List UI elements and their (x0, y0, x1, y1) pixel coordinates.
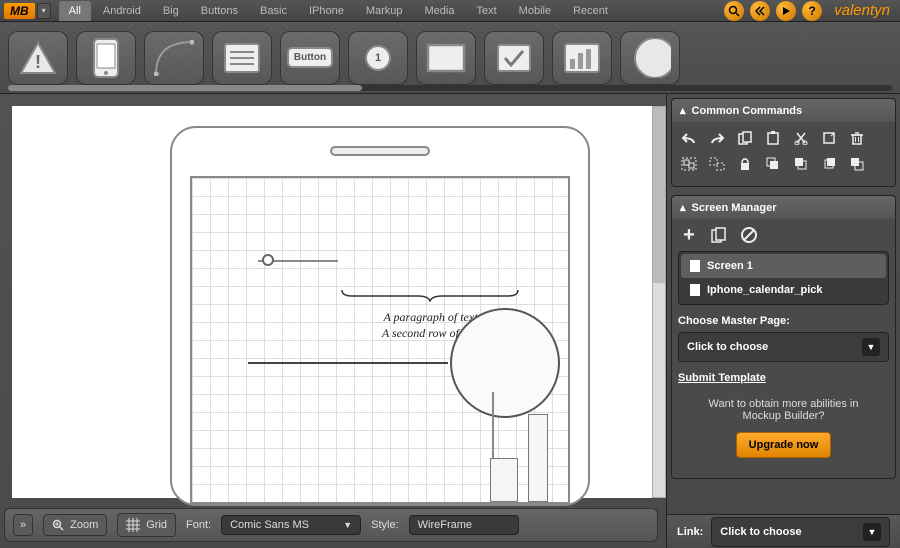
stencil-scrollbar[interactable] (8, 85, 892, 91)
cut-icon[interactable] (790, 128, 812, 148)
chevron-down-icon: ▼ (862, 338, 880, 356)
page-icon (689, 283, 701, 297)
copy-icon[interactable] (734, 128, 756, 148)
username-label[interactable]: valentyn (834, 2, 890, 19)
device-speaker (330, 146, 430, 156)
tab-markup[interactable]: Markup (356, 1, 413, 21)
tab-media[interactable]: Media (415, 1, 465, 21)
logo-dropdown[interactable]: ▾ (37, 3, 51, 19)
device-frame[interactable]: A paragraph of text. A second row of tex… (170, 126, 590, 506)
help-icon[interactable]: ? (802, 1, 822, 21)
tab-text[interactable]: Text (466, 1, 506, 21)
forward-icon[interactable] (818, 154, 840, 174)
lock-icon[interactable] (734, 154, 756, 174)
delete-screen-icon[interactable] (738, 225, 760, 245)
screen-item-1[interactable]: Screen 1 (681, 254, 886, 278)
common-commands-header[interactable]: ▴ Common Commands (672, 99, 895, 122)
stencil-phone[interactable] (76, 31, 136, 85)
backward-icon[interactable] (846, 154, 868, 174)
collapse-icon: ▴ (680, 201, 686, 214)
add-screen-icon[interactable]: + (678, 225, 700, 245)
expand-button[interactable]: » (13, 514, 33, 536)
link-label: Link: (677, 526, 703, 538)
page-icon (689, 259, 701, 273)
right-panel: ▴ Common Commands (666, 94, 900, 548)
screen-manager-panel: ▴ Screen Manager + Screen 1 Iphone_c (671, 195, 896, 479)
share-icon[interactable] (750, 1, 770, 21)
chevron-down-icon: ▼ (863, 523, 881, 541)
widget-brace[interactable] (340, 288, 520, 304)
stencil-list[interactable] (212, 31, 272, 85)
link-select[interactable]: Click to choose ▼ (711, 517, 890, 547)
duplicate-screen-icon[interactable] (708, 225, 730, 245)
widget-box-small[interactable] (490, 458, 518, 502)
top-menu-bar: MB ▾ All Android Big Buttons Basic IPhon… (0, 0, 900, 22)
canvas-paper[interactable]: A paragraph of text. A second row of tex… (12, 106, 656, 498)
tab-mobile[interactable]: Mobile (509, 1, 561, 21)
canvas-vscrollbar[interactable] (652, 106, 666, 498)
duplicate-icon[interactable] (818, 128, 840, 148)
screen-list: Screen 1 Iphone_calendar_pick (678, 251, 889, 305)
stencil-button[interactable]: Button (280, 31, 340, 85)
undo-icon[interactable] (678, 128, 700, 148)
stencil-rect[interactable] (416, 31, 476, 85)
category-tabs: All Android Big Buttons Basic IPhone Mar… (59, 1, 618, 21)
widget-box-tall[interactable] (528, 414, 548, 502)
group-icon[interactable] (678, 154, 700, 174)
device-screen-grid[interactable]: A paragraph of text. A second row of tex… (190, 176, 570, 504)
upgrade-button[interactable]: Upgrade now (736, 432, 832, 458)
send-back-icon[interactable] (790, 154, 812, 174)
screen-manager-header[interactable]: ▴ Screen Manager (672, 196, 895, 219)
zoom-button[interactable]: Zoom (43, 514, 107, 536)
search-icon[interactable] (724, 1, 744, 21)
ungroup-icon[interactable] (706, 154, 728, 174)
font-select[interactable]: Comic Sans MS▼ (221, 515, 361, 535)
status-bar: » Zoom Grid Font: Comic Sans MS▼ Style: … (4, 508, 658, 542)
stencil-alert[interactable]: ! (8, 31, 68, 85)
canvas-area: A paragraph of text. A second row of tex… (0, 94, 666, 548)
grid-button[interactable]: Grid (117, 513, 176, 537)
stencil-curve[interactable] (144, 31, 204, 85)
play-icon[interactable] (776, 1, 796, 21)
redo-icon[interactable] (706, 128, 728, 148)
stencil-toolbar: ! Button 1 (0, 22, 900, 94)
tab-all[interactable]: All (59, 1, 91, 21)
bring-front-icon[interactable] (762, 154, 784, 174)
collapse-icon: ▴ (680, 104, 686, 117)
stencil-chart[interactable] (552, 31, 612, 85)
font-label: Font: (186, 519, 211, 531)
tab-buttons[interactable]: Buttons (191, 1, 248, 21)
widget-slider[interactable] (258, 256, 338, 266)
common-commands-panel: ▴ Common Commands (671, 98, 896, 187)
app-logo[interactable]: MB (4, 3, 35, 19)
widget-circle[interactable] (450, 308, 560, 418)
choose-master-label: Choose Master Page: (678, 315, 889, 327)
paste-icon[interactable] (762, 128, 784, 148)
stencil-circle[interactable] (620, 31, 680, 85)
submit-template-link[interactable]: Submit Template (678, 372, 766, 384)
svg-text:!: ! (35, 52, 41, 72)
style-label: Style: (371, 519, 399, 531)
upgrade-box: Want to obtain more abilities in Mockup … (678, 384, 889, 472)
tab-android[interactable]: Android (93, 1, 151, 21)
widget-hr[interactable] (248, 362, 448, 364)
tab-basic[interactable]: Basic (250, 1, 297, 21)
choose-master-select[interactable]: Click to choose ▼ (678, 332, 889, 362)
tab-recent[interactable]: Recent (563, 1, 618, 21)
delete-icon[interactable] (846, 128, 868, 148)
stencil-checkbox[interactable] (484, 31, 544, 85)
stencil-badge[interactable]: 1 (348, 31, 408, 85)
tab-iphone[interactable]: IPhone (299, 1, 354, 21)
link-bar: Link: Click to choose ▼ (667, 514, 900, 548)
style-select[interactable]: WireFrame (409, 515, 519, 535)
screen-item-2[interactable]: Iphone_calendar_pick (681, 278, 886, 302)
tab-big[interactable]: Big (153, 1, 189, 21)
